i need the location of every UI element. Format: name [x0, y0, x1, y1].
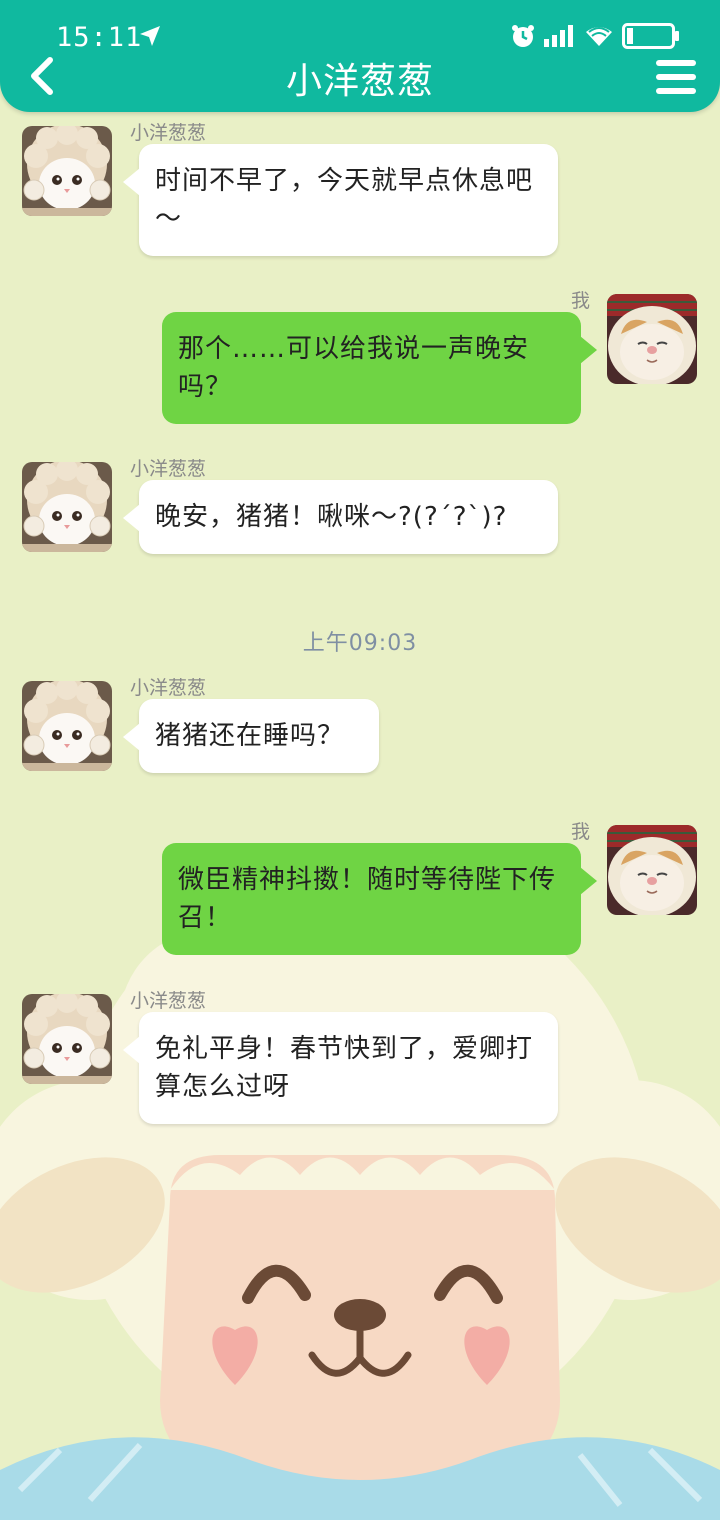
message-bubble[interactable]: 猪猪还在睡吗？	[123, 699, 379, 773]
message-bubble[interactable]: 微臣精神抖擞！随时等待陛下传召！	[162, 843, 597, 955]
chat-header: 15:11 小洋葱葱	[0, 0, 720, 112]
signal-icon	[544, 25, 573, 47]
location-arrow-icon	[140, 26, 160, 46]
alarm-icon	[512, 25, 534, 47]
message-bubble[interactable]: 晚安，猪猪！啾咪～?(?´?`)?	[123, 480, 558, 554]
my-avatar[interactable]	[607, 294, 697, 384]
menu-icon[interactable]	[656, 58, 698, 96]
contact-avatar[interactable]	[22, 462, 112, 552]
status-icons	[510, 20, 680, 52]
message-bubble[interactable]: 那个……可以给我说一声晚安吗？	[162, 312, 597, 424]
battery-icon	[622, 23, 679, 49]
page-title: 小洋葱葱	[285, 61, 434, 102]
contact-avatar[interactable]	[22, 994, 112, 1084]
sender-name: 小洋葱葱	[130, 122, 207, 144]
sender-name: 小洋葱葱	[130, 458, 207, 480]
sender-name: 我	[570, 821, 590, 843]
sender-name: 我	[570, 290, 590, 312]
contact-avatar[interactable]	[22, 126, 112, 216]
status-time: 15:11	[56, 22, 143, 53]
message-bubble[interactable]: 免礼平身！春节快到了，爱卿打算怎么过呀	[123, 1012, 558, 1124]
message-bubble[interactable]: 时间不早了，今天就早点休息吧～	[123, 144, 558, 256]
timestamp-divider: 上午09:03	[302, 631, 418, 656]
sender-name: 小洋葱葱	[130, 990, 207, 1012]
sender-name: 小洋葱葱	[130, 677, 207, 699]
contact-avatar[interactable]	[22, 681, 112, 771]
wifi-icon	[586, 27, 612, 46]
back-icon[interactable]	[22, 54, 66, 98]
my-avatar[interactable]	[607, 825, 697, 915]
